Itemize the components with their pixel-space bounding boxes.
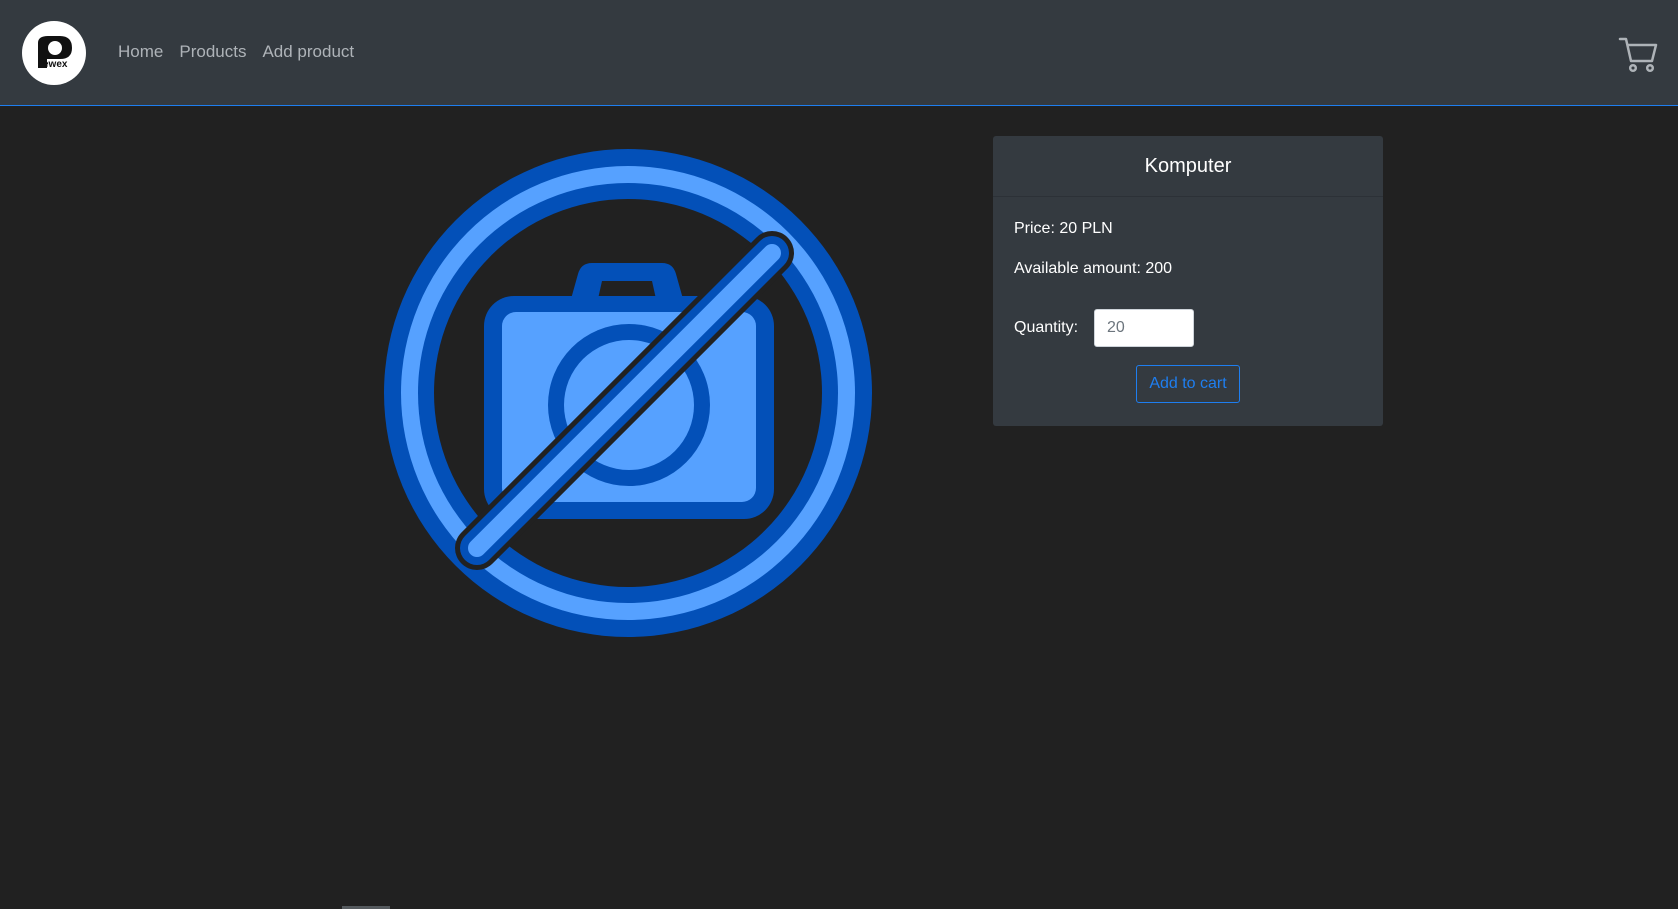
quantity-label: Quantity: — [1014, 319, 1079, 336]
quantity-input[interactable] — [1094, 309, 1194, 347]
nav-link-add-product[interactable]: Add product — [262, 41, 354, 63]
product-image-placeholder — [376, 141, 881, 646]
product-title: Komputer — [993, 136, 1383, 197]
product-price: Price: 20 PLN — [1014, 220, 1113, 237]
quantity-row: Quantity: — [1014, 309, 1194, 347]
shopping-cart-icon — [1618, 37, 1658, 73]
no-photo-camera-icon — [384, 149, 872, 637]
add-to-cart-button[interactable]: Add to cart — [1136, 365, 1240, 403]
product-available-amount: Available amount: 200 — [1014, 260, 1173, 277]
nav-link-home[interactable]: Home — [118, 41, 163, 63]
logo[interactable]: ewex — [22, 21, 86, 85]
cart-button[interactable] — [1618, 34, 1658, 74]
nav-links: Home Products Add product — [118, 41, 354, 63]
pewex-logo-icon: ewex — [38, 36, 72, 70]
nav-link-products[interactable]: Products — [179, 41, 246, 63]
product-details-card: Komputer Price: 20 PLN Available amount:… — [993, 136, 1383, 426]
svg-text:ewex: ewex — [43, 59, 68, 70]
top-navbar: ewex Home Products Add product — [0, 0, 1678, 106]
